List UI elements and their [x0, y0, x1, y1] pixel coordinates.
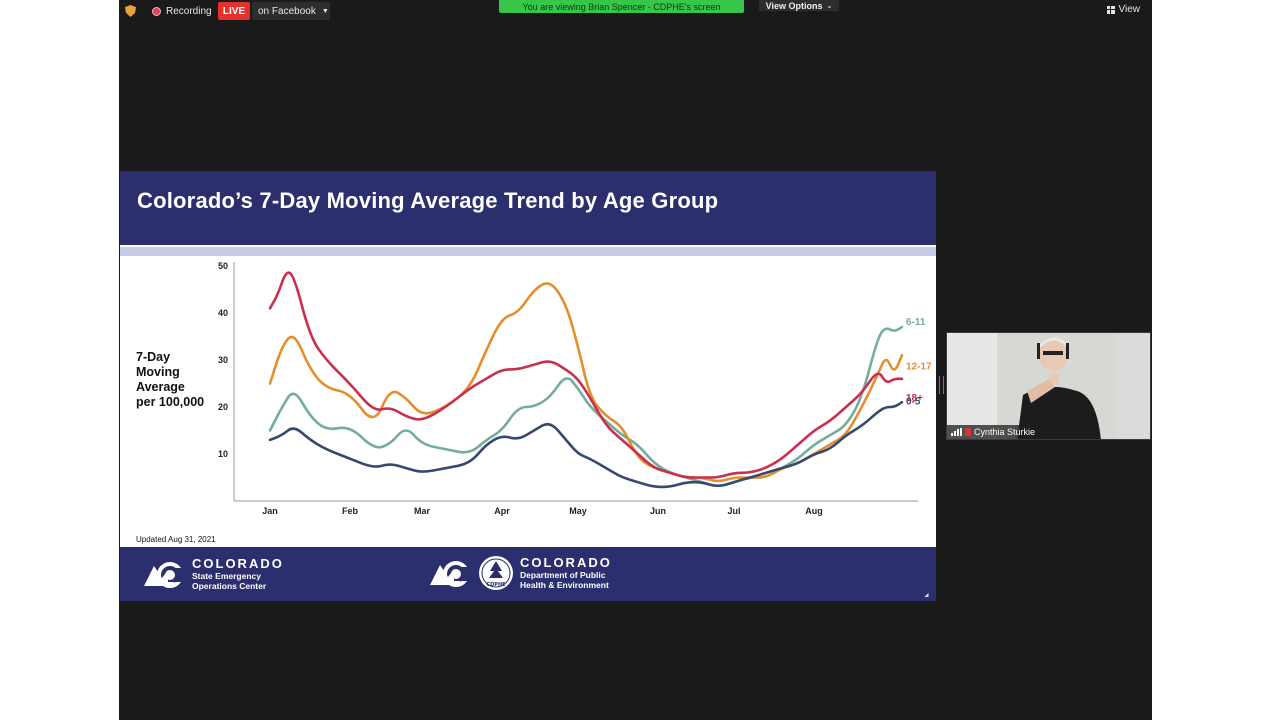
- logo-wordmark: COLORADO: [520, 555, 612, 570]
- live-badge: LIVE: [218, 2, 250, 20]
- chart-series-labels: 6-1112-1718+0-5: [906, 317, 932, 407]
- x-tick-label: Jun: [650, 506, 666, 516]
- y-axis-label-line: per 100,000: [136, 395, 205, 409]
- stream-target-label: on Facebook: [258, 5, 316, 17]
- view-layout-button[interactable]: View: [1106, 4, 1141, 15]
- view-options-button[interactable]: View Options ⌄: [759, 0, 839, 11]
- y-tick-label: 50: [218, 261, 228, 271]
- slide-footer: COLORADO State Emergency Operations Cent…: [120, 547, 936, 601]
- mic-muted-icon: [965, 428, 971, 436]
- series-end-label: 12-17: [906, 361, 932, 372]
- x-tick-label: Apr: [494, 506, 510, 516]
- x-tick-label: May: [569, 506, 587, 516]
- slide-header: Colorado’s 7-Day Moving Average Trend by…: [120, 171, 936, 245]
- x-tick-label: Feb: [342, 506, 359, 516]
- security-shield-icon[interactable]: [125, 5, 136, 17]
- view-label: View: [1118, 4, 1141, 15]
- x-tick-label: Jan: [262, 506, 278, 516]
- updated-note: Updated Aug 31, 2021: [136, 535, 216, 544]
- logo-subtitle-line: Department of Public: [520, 570, 606, 580]
- viewing-screen-banner: You are viewing Brian Spencer - CDPHE's …: [499, 0, 744, 13]
- slide-title: Colorado’s 7-Day Moving Average Trend by…: [137, 188, 719, 213]
- y-axis-label-line: 7-Day: [136, 350, 171, 364]
- chart-series: [268, 271, 904, 489]
- y-tick-label: 40: [218, 308, 228, 318]
- y-tick-label: 20: [218, 402, 228, 412]
- shared-screen-slide: Colorado’s 7-Day Moving Average Trend by…: [120, 171, 936, 601]
- chevron-down-icon: ▼: [321, 7, 329, 15]
- mouse-cursor-icon: [924, 592, 931, 600]
- logo-subtitle-line: Operations Center: [192, 581, 267, 591]
- y-tick-label: 30: [218, 355, 228, 365]
- logo-subtitle-line: Health & Environment: [520, 580, 609, 590]
- grid-view-icon: [1106, 5, 1115, 14]
- chart-axes: 10 20 30 40 50 Jan Feb Mar Apr May Jun Jul Aug: [218, 261, 918, 516]
- participant-video-icon: [997, 333, 1117, 439]
- participant-name-tag: Cynthia Sturkie: [947, 425, 1040, 439]
- panel-resize-handle[interactable]: [939, 376, 944, 394]
- seal-text: CDPHE: [486, 582, 506, 588]
- x-tick-label: Mar: [414, 506, 431, 516]
- y-tick-label: 10: [218, 449, 228, 459]
- colorado-c-mountain-icon: [430, 561, 472, 587]
- moving-average-line-chart: 1020304050Jan Feb Mar Apr May Jun Jul Aug 6-111…: [218, 261, 932, 516]
- logo-wordmark: COLORADO: [192, 556, 284, 571]
- colorado-c-mountain-icon: [144, 562, 186, 588]
- chevron-down-icon: ⌄: [826, 2, 833, 10]
- series-end-label: 0-5: [906, 396, 921, 407]
- cdphe-seal-icon: CDPHE: [479, 556, 513, 590]
- meeting-top-bar: Recording LIVE on Facebook ▼ You are vie…: [119, 0, 1152, 22]
- x-tick-label: Aug: [805, 506, 823, 516]
- zoom-meeting-window: Recording LIVE on Facebook ▼ You are vie…: [119, 0, 1152, 720]
- network-signal-icon: [951, 428, 962, 436]
- y-axis-label-line: Average: [136, 380, 185, 394]
- participant-video-tile[interactable]: Cynthia Sturkie: [946, 332, 1151, 440]
- recording-label: Recording: [166, 5, 212, 17]
- series-line-6-11: [268, 325, 904, 488]
- series-line-0-5: [268, 401, 904, 489]
- live-stream-target-dropdown[interactable]: on Facebook ▼: [252, 2, 330, 20]
- participant-name: Cynthia Sturkie: [974, 427, 1036, 437]
- state-eoc-logo: COLORADO State Emergency Operations Cent…: [142, 557, 284, 591]
- header-rule: [120, 247, 936, 256]
- view-options-label: View Options: [765, 0, 823, 11]
- series-end-label: 6-11: [906, 317, 926, 328]
- y-axis-label-line: Moving: [136, 365, 180, 379]
- y-axis-label: 7-Day Moving Average per 100,000: [136, 350, 204, 410]
- logo-subtitle-line: State Emergency: [192, 571, 261, 581]
- cdphe-logo: CDPHE COLORADO Department of Public Heal…: [428, 555, 612, 591]
- x-tick-label: Jul: [727, 506, 740, 516]
- recording-icon: [152, 6, 161, 16]
- recording-indicator[interactable]: Recording: [152, 4, 212, 18]
